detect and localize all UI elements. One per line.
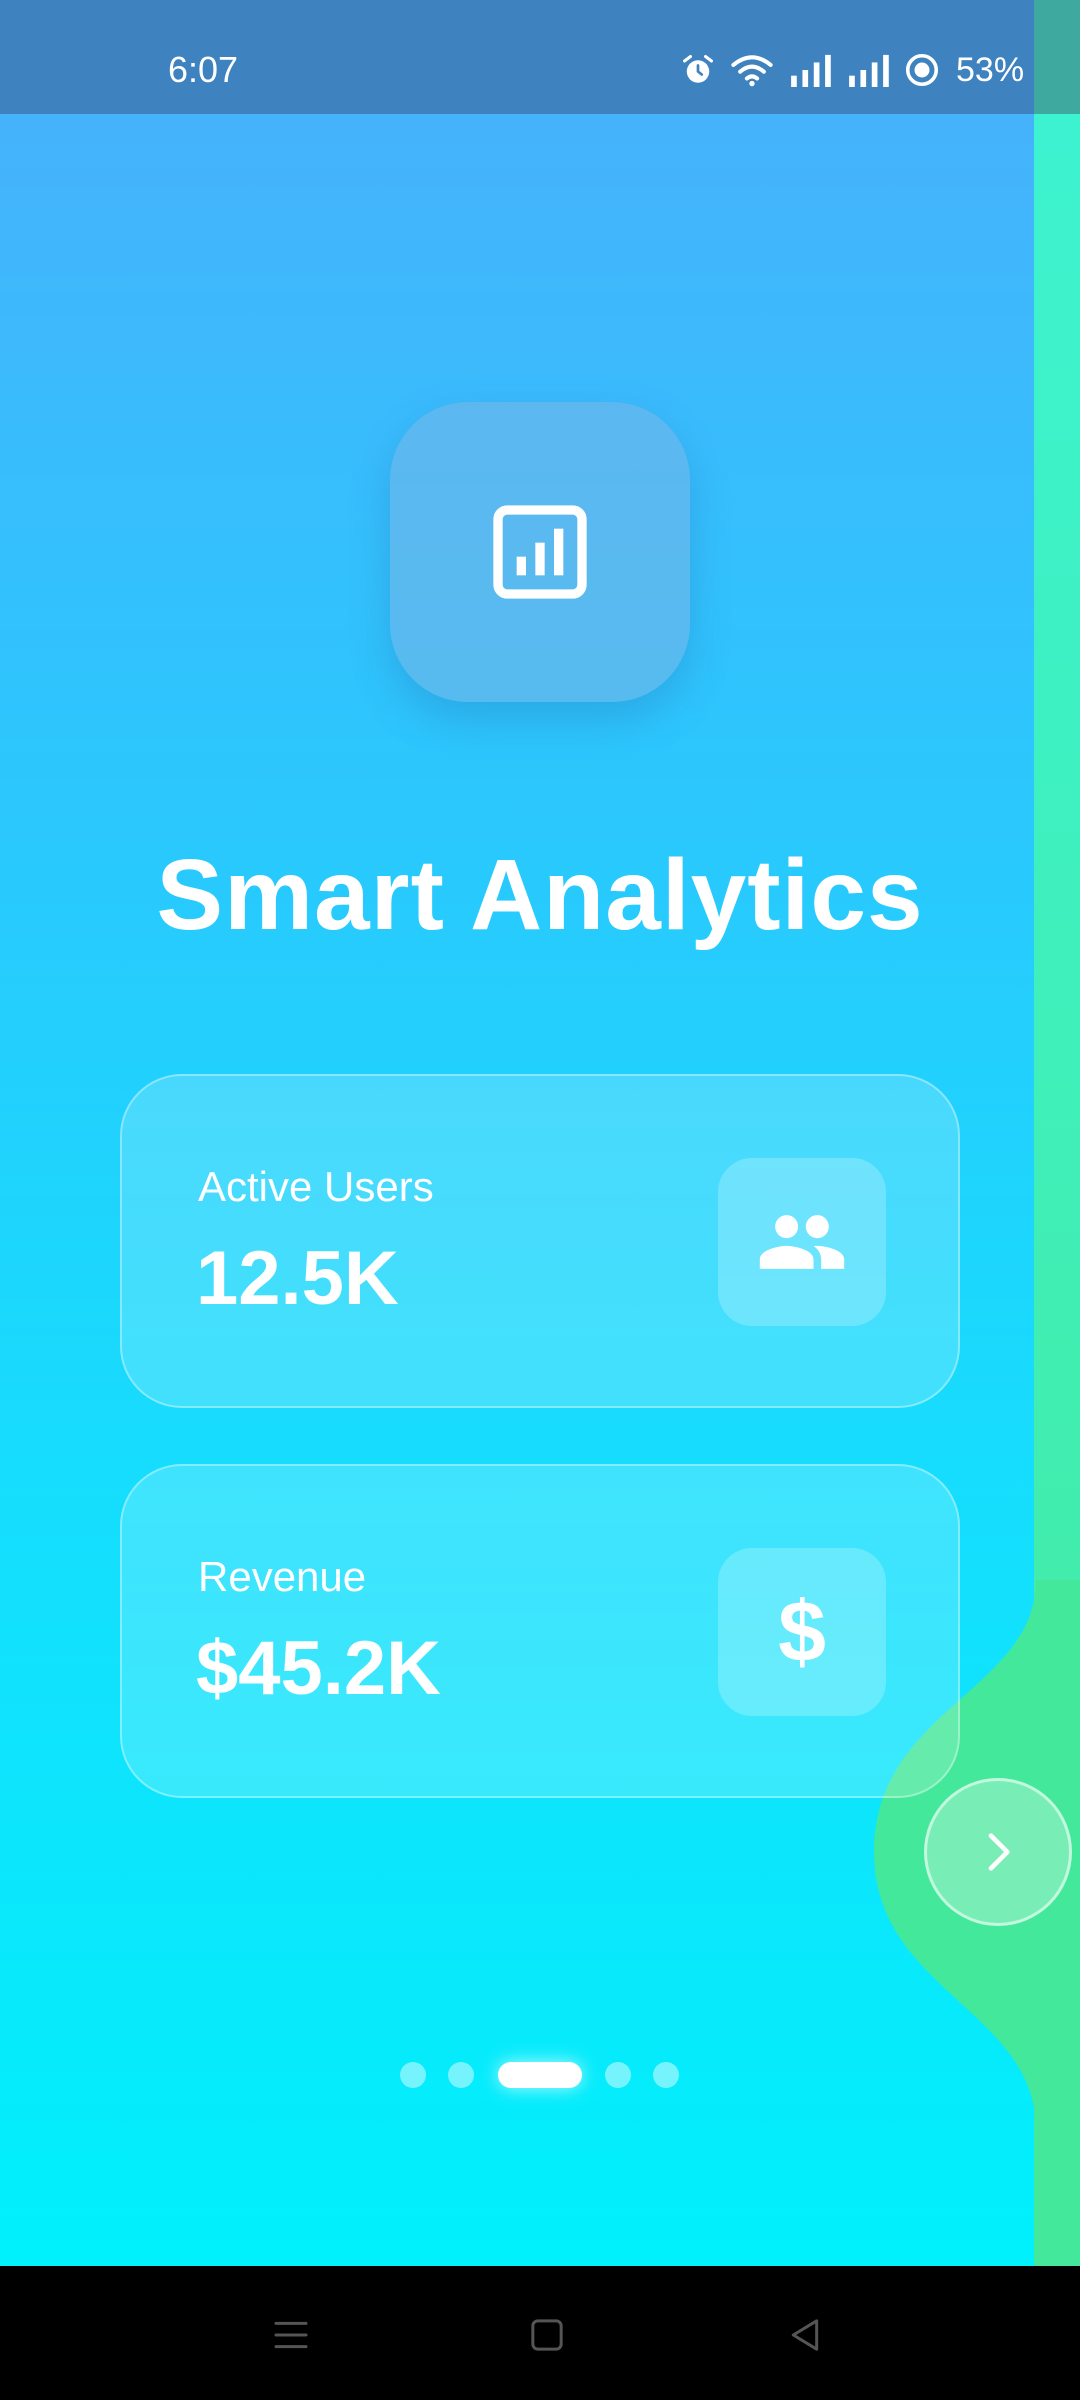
menu-button[interactable]: [266, 2310, 316, 2360]
page-indicator: [0, 2062, 1080, 2088]
back-button[interactable]: [780, 2310, 830, 2360]
onboarding-screen: Smart Analytics Active Users 12.5K Reven…: [0, 0, 1080, 2266]
page-dot[interactable]: [400, 2062, 426, 2088]
back-icon: [791, 2319, 819, 2351]
menu-icon: [274, 2321, 308, 2349]
status-bar: 6:07 53%: [0, 0, 1080, 114]
revenue-card: Revenue $45.2K $: [120, 1464, 960, 1798]
analytics-tile: [390, 402, 690, 702]
page-dot[interactable]: [605, 2062, 631, 2088]
group-icon-tile: [718, 1158, 886, 1326]
next-button[interactable]: [924, 1778, 1072, 1926]
card-label: Active Users: [198, 1163, 434, 1210]
status-time: 6:07: [168, 49, 239, 90]
card-value: 12.5K: [196, 1236, 399, 1321]
page-dot[interactable]: [448, 2062, 474, 2088]
chevron-right-icon: [988, 1833, 1010, 1871]
card-label: Revenue: [198, 1553, 367, 1600]
navigation-bar: [0, 2266, 1080, 2400]
battery-icon: [905, 53, 939, 87]
page-dot-active[interactable]: [498, 2062, 582, 2088]
battery-percent: 53%: [956, 50, 1025, 89]
dollar-icon-tile: $: [718, 1548, 886, 1716]
signal-icon: [849, 54, 889, 87]
signal-icon: [791, 54, 831, 87]
active-users-card: Active Users 12.5K: [120, 1074, 960, 1408]
group-icon: [759, 1215, 845, 1269]
next-page-peek: [1034, 0, 1080, 2266]
dollar-icon: $: [778, 1584, 826, 1680]
page-title: Smart Analytics: [156, 839, 924, 951]
wifi-icon: [731, 55, 773, 87]
card-value: $45.2K: [196, 1626, 442, 1711]
home-icon: [531, 2319, 563, 2351]
page-dot[interactable]: [653, 2062, 679, 2088]
alarm-icon: [683, 55, 713, 83]
home-button[interactable]: [522, 2310, 572, 2360]
analytics-icon: [493, 505, 587, 599]
